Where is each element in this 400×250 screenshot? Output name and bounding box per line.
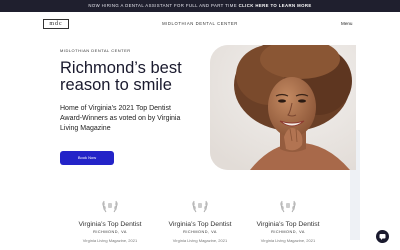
award-source: Virginia Living Magazine, 2021 xyxy=(260,238,316,243)
site-logo[interactable]: mdc xyxy=(43,19,69,29)
award-card: Virginia’s Top Dentist RICHMOND, VA Virg… xyxy=(243,198,333,243)
book-now-button[interactable]: Book Now xyxy=(60,151,114,165)
announcement-bar: NOW HIRING A DENTAL ASSISTANT FOR FULL A… xyxy=(0,0,400,12)
hero-eyebrow: MIDLOTHIAN DENTAL CENTER xyxy=(60,48,131,53)
award-location: RICHMOND, VA xyxy=(93,230,127,234)
chat-button[interactable] xyxy=(376,230,389,243)
announcement-text: NOW HIRING A DENTAL ASSISTANT FOR FULL A… xyxy=(88,3,237,8)
smiling-woman-photo xyxy=(210,45,356,170)
chat-icon xyxy=(379,234,386,240)
laurel-icon xyxy=(102,200,118,213)
menu-button[interactable]: Menu xyxy=(341,21,353,26)
award-title: Virginia’s Top Dentist xyxy=(168,221,232,228)
site-header: mdc MIDLOTHIAN DENTAL CENTER Menu xyxy=(0,12,400,38)
award-card: Virginia’s Top Dentist RICHMOND, VA Virg… xyxy=(155,198,245,243)
award-source: Virginia Living Magazine, 2021 xyxy=(82,238,138,243)
site-name: MIDLOTHIAN DENTAL CENTER xyxy=(162,21,238,26)
hero-subtext: Home of Virginia’s 2021 Top Dentist Awar… xyxy=(60,105,181,132)
announcement-link[interactable]: CLICK HERE TO LEARN MORE xyxy=(239,3,312,8)
laurel-icon xyxy=(192,200,208,213)
award-location: RICHMOND, VA xyxy=(183,230,217,234)
award-location: RICHMOND, VA xyxy=(271,230,305,234)
hero-headline: Richmond’s best reason to smile xyxy=(60,59,182,94)
award-title: Virginia’s Top Dentist xyxy=(256,221,320,228)
award-source: Virginia Living Magazine, 2021 xyxy=(172,238,228,243)
hero-photo xyxy=(210,45,356,170)
laurel-icon xyxy=(280,200,296,213)
award-card: Virginia’s Top Dentist RICHMOND, VA Virg… xyxy=(65,198,155,243)
award-title: Virginia’s Top Dentist xyxy=(78,221,142,228)
